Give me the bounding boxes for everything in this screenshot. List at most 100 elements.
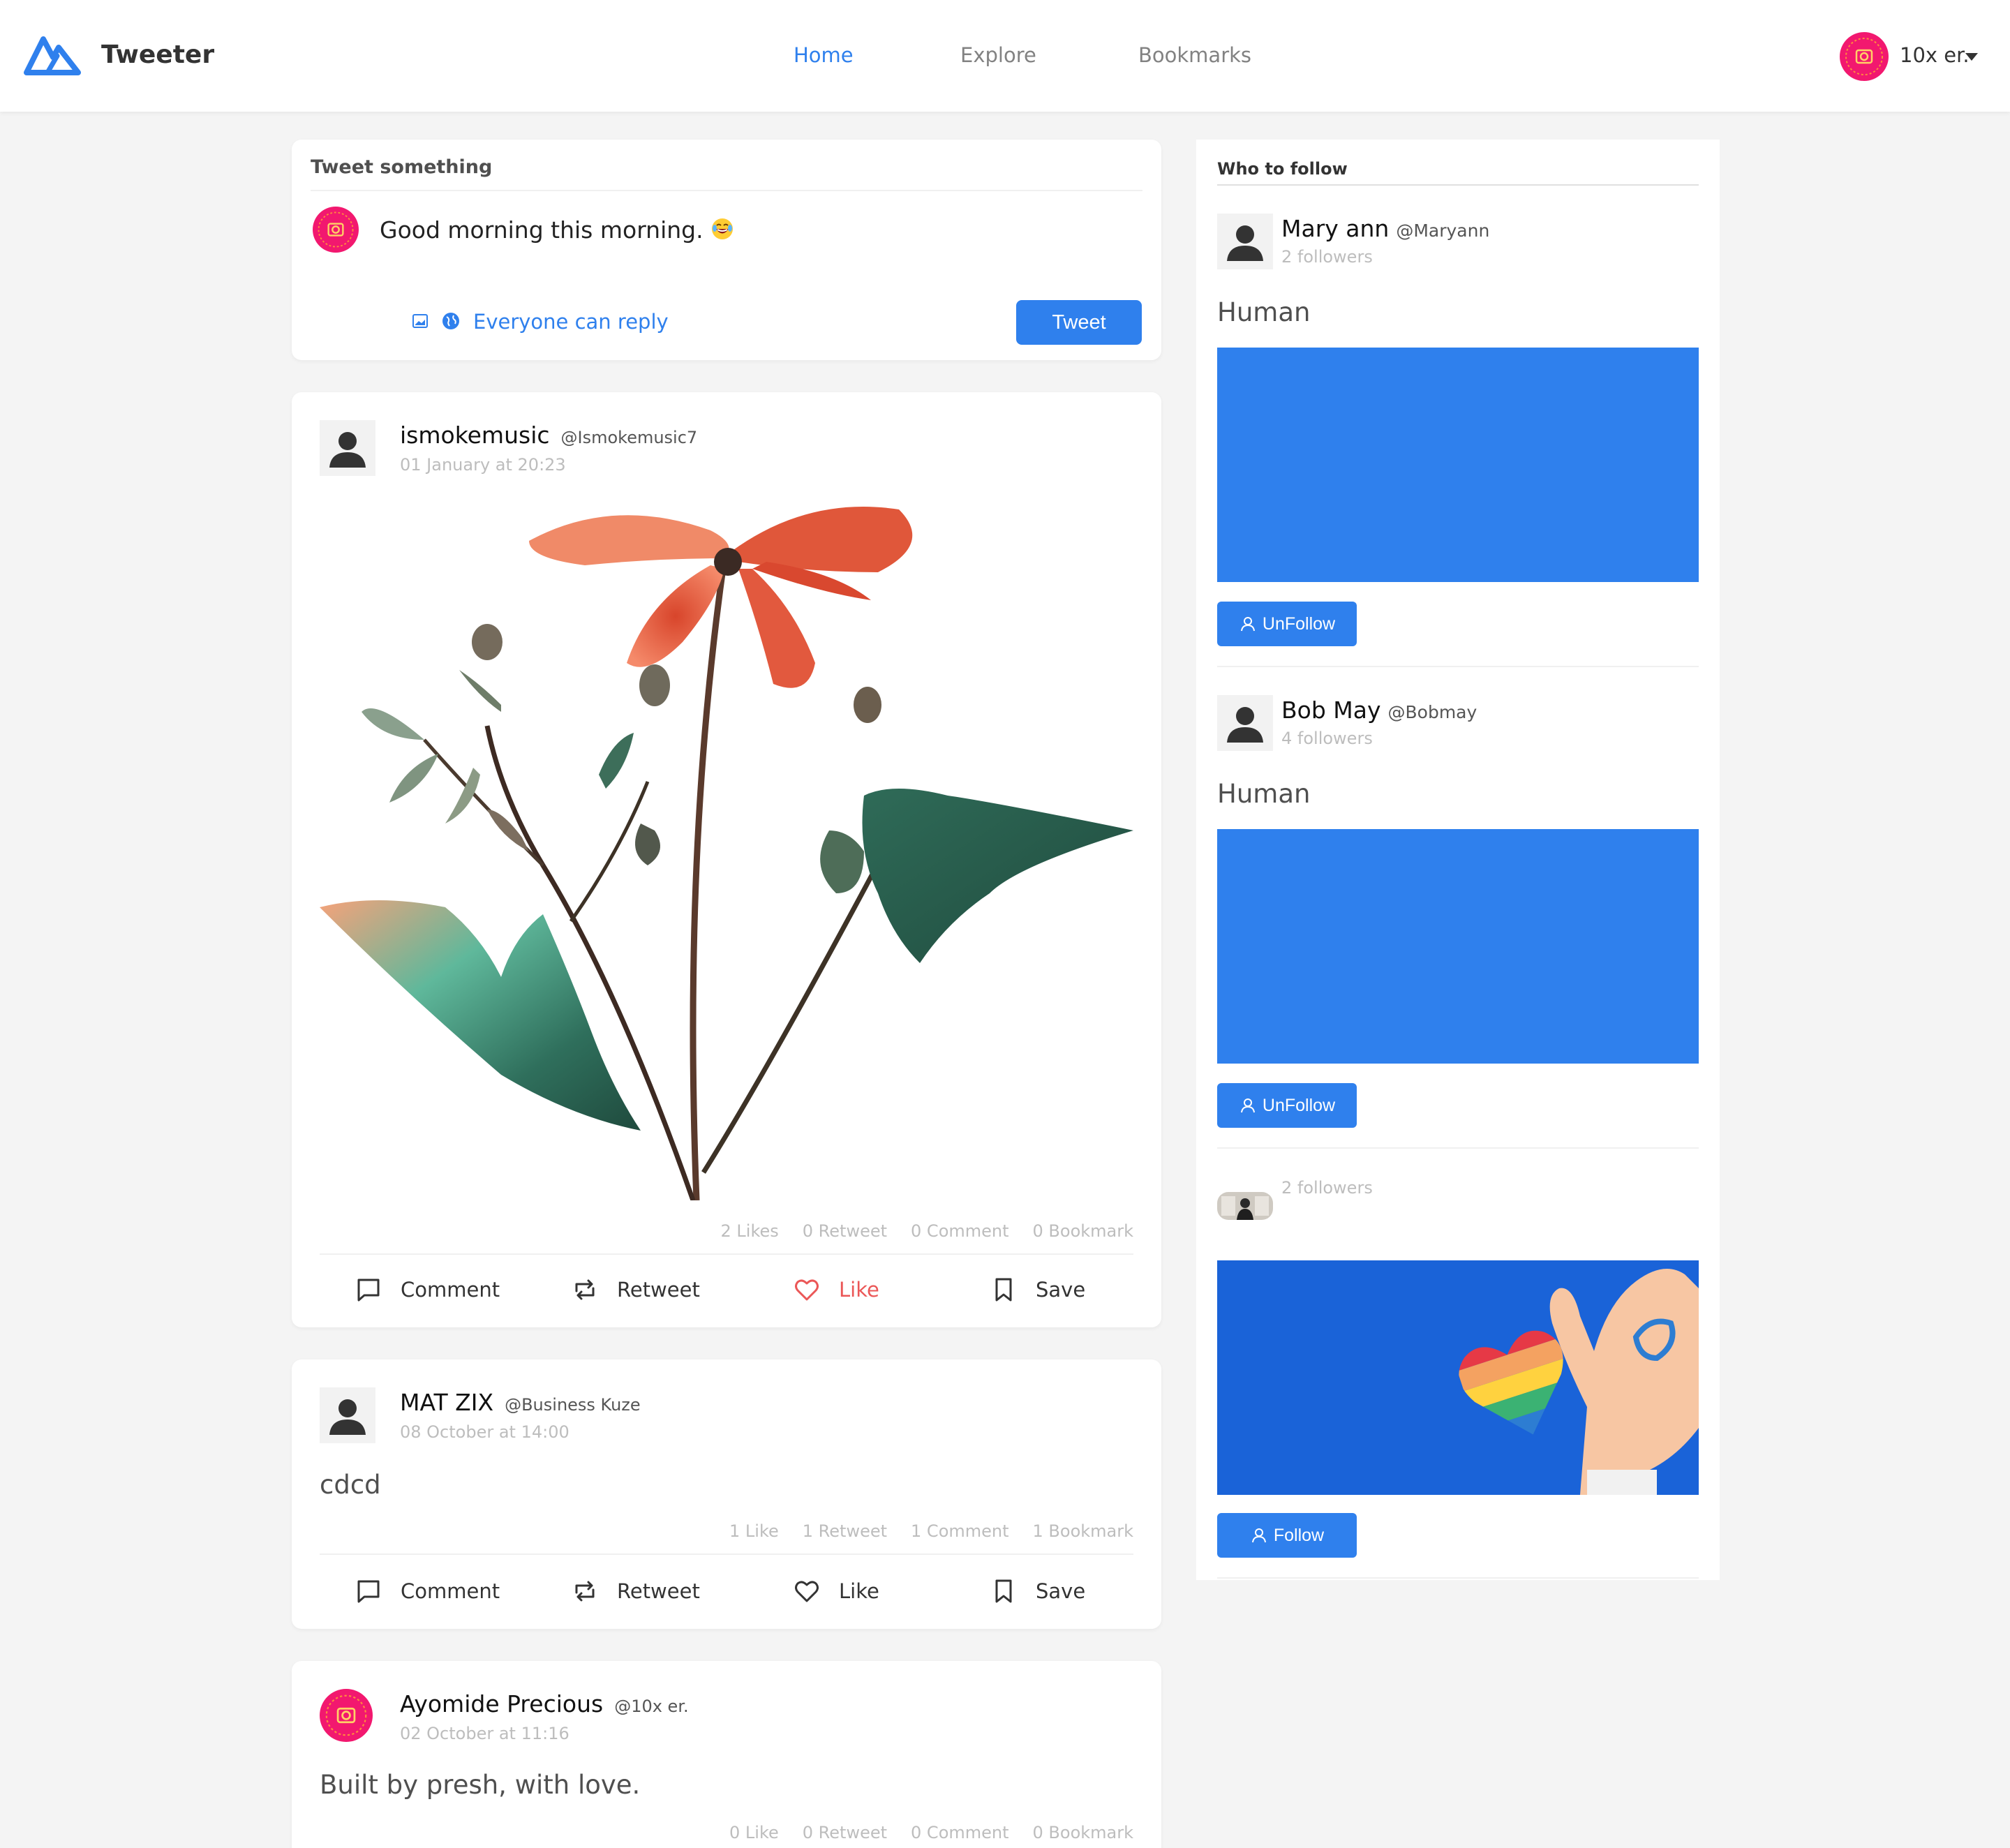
bookmarks-count: 1 Bookmark (1032, 1521, 1133, 1541)
author-line: ismokemusic @Ismokemusic7 (400, 422, 697, 449)
unfollow-label: UnFollow (1262, 613, 1336, 634)
post-date: 01 January at 20:23 (400, 455, 566, 475)
default-user-icon (320, 1387, 375, 1443)
post-text: Built by presh, with love. (320, 1770, 641, 1800)
top-nav-bar: Tweeter Home Explore Bookmarks 10x er. (0, 0, 2010, 112)
followers-count: 2 followers (1281, 1178, 1373, 1198)
divider (1217, 184, 1699, 186)
user-icon (1251, 1528, 1266, 1543)
comments-count: 0 Comment (911, 1823, 1009, 1842)
image-icon[interactable] (412, 313, 429, 329)
retweet-icon (575, 1581, 595, 1602)
nav-explore[interactable]: Explore (960, 43, 1036, 67)
author-line: Ayomide Precious @10x er. (400, 1690, 689, 1717)
compose-title: Tweet something (311, 156, 493, 178)
post-stats: 1 Like 1 Retweet 1 Comment 1 Bookmark (729, 1521, 1133, 1541)
followers-count: 4 followers (1281, 729, 1373, 748)
author-handle[interactable]: @10x er. (614, 1697, 688, 1716)
reply-permission[interactable]: Everyone can reply (473, 310, 669, 334)
retweets-count: 0 Retweet (802, 1221, 888, 1241)
default-user-icon (320, 420, 375, 476)
user-avatar[interactable] (1840, 32, 1889, 81)
retweet-button[interactable]: Retweet (571, 1276, 700, 1304)
unfollow-button[interactable]: UnFollow (1217, 602, 1357, 646)
comments-count: 1 Comment (911, 1521, 1009, 1541)
retweet-label: Retweet (617, 1278, 700, 1302)
author-name[interactable]: Ayomide Precious (400, 1690, 603, 1717)
bookmark-icon (995, 1579, 1012, 1603)
default-user-icon (1217, 214, 1273, 269)
unfollow-label: UnFollow (1262, 1095, 1336, 1115)
follow-bio: Human (1217, 297, 1311, 327)
retweets-count: 0 Retweet (802, 1823, 888, 1842)
tweeter-logo-icon[interactable] (22, 32, 82, 77)
follow-button[interactable]: Follow (1217, 1513, 1357, 1558)
post-image[interactable] (320, 502, 1133, 1200)
compose-input[interactable]: Good morning this morning. (380, 216, 734, 244)
compose-card: Tweet something Good morning this mornin… (292, 140, 1161, 360)
avatar[interactable] (1217, 214, 1273, 269)
like-button[interactable]: Like (793, 1276, 879, 1304)
follow-handle[interactable]: @Maryann (1396, 221, 1489, 241)
retweet-button[interactable]: Retweet (571, 1577, 700, 1605)
author-name[interactable]: MAT ZIX (400, 1389, 493, 1416)
divider (311, 190, 1142, 191)
profile-banner (1217, 1260, 1699, 1495)
like-label: Like (839, 1579, 879, 1603)
divider (320, 1253, 1133, 1255)
brand-name: Tweeter (101, 40, 215, 69)
heart-icon (795, 1279, 819, 1301)
compose-text[interactable]: Good morning this morning. (380, 216, 704, 244)
save-label: Save (1036, 1278, 1086, 1302)
avatar[interactable] (320, 420, 375, 476)
profile-banner (1217, 348, 1699, 582)
dropdown-caret-icon[interactable] (1965, 53, 1978, 61)
tweet-button[interactable]: Tweet (1016, 300, 1142, 345)
globe-icon[interactable] (441, 311, 461, 331)
divider (1217, 1147, 1699, 1149)
follow-name-line: Mary ann @Maryann (1281, 215, 1489, 242)
post-stats: 0 Like 0 Retweet 0 Comment 0 Bookmark (729, 1823, 1133, 1842)
profile-banner (1217, 829, 1699, 1064)
post-date: 02 October at 11:16 (400, 1724, 570, 1743)
user-name[interactable]: 10x er. (1900, 43, 1970, 67)
follow-bio: Human (1217, 779, 1311, 809)
like-button[interactable]: Like (793, 1577, 879, 1605)
who-to-follow-panel: Who to follow Mary ann @Maryann 2 followe… (1196, 140, 1720, 1580)
divider (320, 1553, 1133, 1555)
avatar[interactable] (1217, 1192, 1273, 1220)
avatar[interactable] (320, 1387, 375, 1443)
comment-button[interactable]: Comment (355, 1276, 500, 1304)
comments-count: 0 Comment (911, 1221, 1009, 1241)
nav-bookmarks[interactable]: Bookmarks (1138, 43, 1251, 67)
tweet-card: Ayomide Precious @10x er. 02 October at 1… (292, 1661, 1161, 1848)
hand-heart-illustration (1217, 1260, 1699, 1495)
avatar[interactable] (1217, 695, 1273, 751)
retweets-count: 1 Retweet (802, 1521, 888, 1541)
nav-home[interactable]: Home (794, 43, 854, 67)
unfollow-button[interactable]: UnFollow (1217, 1083, 1357, 1128)
save-button[interactable]: Save (990, 1577, 1085, 1605)
divider (1217, 1577, 1699, 1579)
bookmark-icon (995, 1278, 1012, 1302)
likes-count: 1 Like (729, 1521, 779, 1541)
follow-name[interactable]: Bob May (1281, 696, 1381, 724)
likes-count: 0 Like (729, 1823, 779, 1842)
comment-icon (357, 1279, 380, 1302)
follow-handle[interactable]: @Bobmay (1388, 702, 1477, 722)
bookmarks-count: 0 Bookmark (1032, 1823, 1133, 1842)
follow-name[interactable]: Mary ann (1281, 215, 1389, 242)
retweet-icon (575, 1279, 595, 1300)
panel-title: Who to follow (1217, 159, 1348, 179)
save-button[interactable]: Save (990, 1276, 1085, 1304)
user-icon (1240, 1098, 1255, 1113)
author-handle[interactable]: @Business Kuze (505, 1395, 641, 1415)
laughing-emoji-icon (712, 218, 734, 239)
follow-name-line: Bob May @Bobmay (1281, 696, 1477, 724)
author-name[interactable]: ismokemusic (400, 422, 550, 449)
comment-button[interactable]: Comment (355, 1577, 500, 1605)
avatar[interactable] (320, 1689, 373, 1742)
author-handle[interactable]: @Ismokemusic7 (561, 428, 698, 447)
post-text: cdcd (320, 1470, 381, 1500)
post-date: 08 October at 14:00 (400, 1422, 570, 1442)
